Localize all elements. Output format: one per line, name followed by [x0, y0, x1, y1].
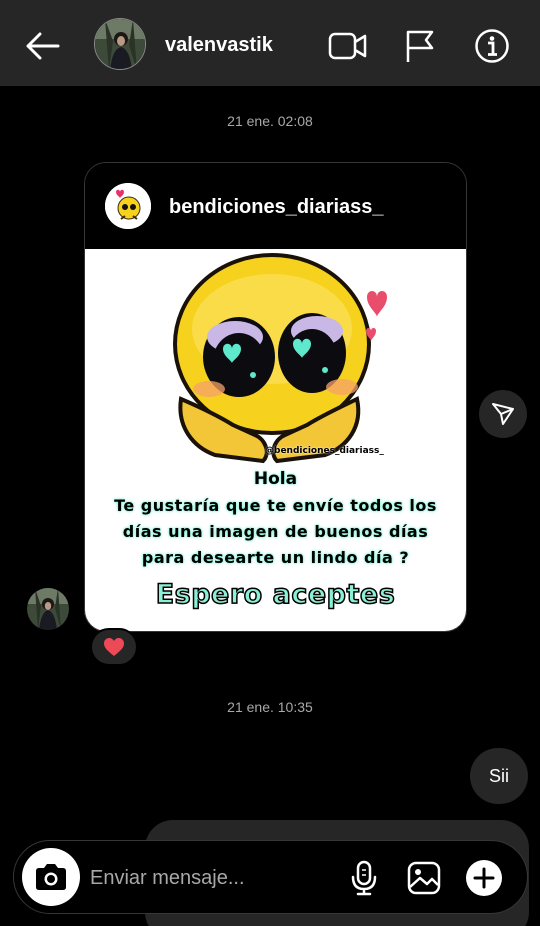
plus-icon [466, 860, 502, 896]
gallery-icon [407, 861, 441, 895]
image-message-line: para desearte un lindo día ? [141, 548, 410, 567]
image-watermark: @bendiciones_diariass_ [265, 446, 384, 456]
post-author-name[interactable]: bendiciones_diariass_ [169, 196, 384, 219]
message-composer [13, 840, 528, 914]
camera-icon [36, 864, 66, 890]
back-arrow-icon [26, 32, 60, 60]
voice-message-button[interactable] [343, 857, 385, 899]
paper-plane-icon [492, 403, 514, 425]
cute-emoji-illustration [173, 253, 387, 464]
back-button[interactable] [18, 26, 66, 66]
image-message-line: Te gustaría que te envíe todos los [114, 496, 437, 515]
chat-header: valenvastik [0, 0, 540, 86]
image-message: Te gustaría que te envíe todos los días … [85, 493, 466, 571]
flag-icon [406, 30, 434, 62]
heart-icon [104, 638, 124, 656]
microphone-icon [351, 860, 377, 896]
sender-avatar[interactable] [27, 588, 69, 630]
message-reaction[interactable] [90, 628, 138, 666]
image-closing: Espero aceptes [155, 578, 396, 611]
info-button[interactable] [470, 24, 514, 68]
contact-avatar[interactable] [94, 18, 146, 70]
contact-username[interactable]: valenvastik [165, 34, 273, 57]
camera-button[interactable] [22, 848, 80, 906]
message-timestamp: 21 ene. 02:08 [227, 113, 313, 129]
report-button[interactable] [398, 24, 442, 68]
post-author-avatar[interactable] [105, 183, 151, 229]
shared-post-header[interactable]: bendiciones_diariass_ [85, 163, 466, 249]
more-options-button[interactable] [463, 857, 505, 899]
shared-post-card[interactable]: bendiciones_diariass_ @bendiciones_diari… [84, 162, 467, 632]
info-icon [475, 29, 509, 63]
outgoing-message[interactable]: Sii [470, 748, 528, 804]
video-call-button[interactable] [326, 24, 370, 68]
post-image[interactable]: @bendiciones_diariass_ Hola Te gustaría … [85, 249, 466, 631]
gallery-button[interactable] [403, 857, 445, 899]
share-button[interactable] [479, 390, 527, 438]
message-input[interactable] [90, 861, 330, 895]
image-greeting: Hola [253, 469, 298, 489]
image-message-line: días una imagen de buenos días [122, 522, 429, 541]
message-timestamp: 21 ene. 10:35 [227, 699, 313, 715]
video-call-icon [328, 32, 367, 60]
